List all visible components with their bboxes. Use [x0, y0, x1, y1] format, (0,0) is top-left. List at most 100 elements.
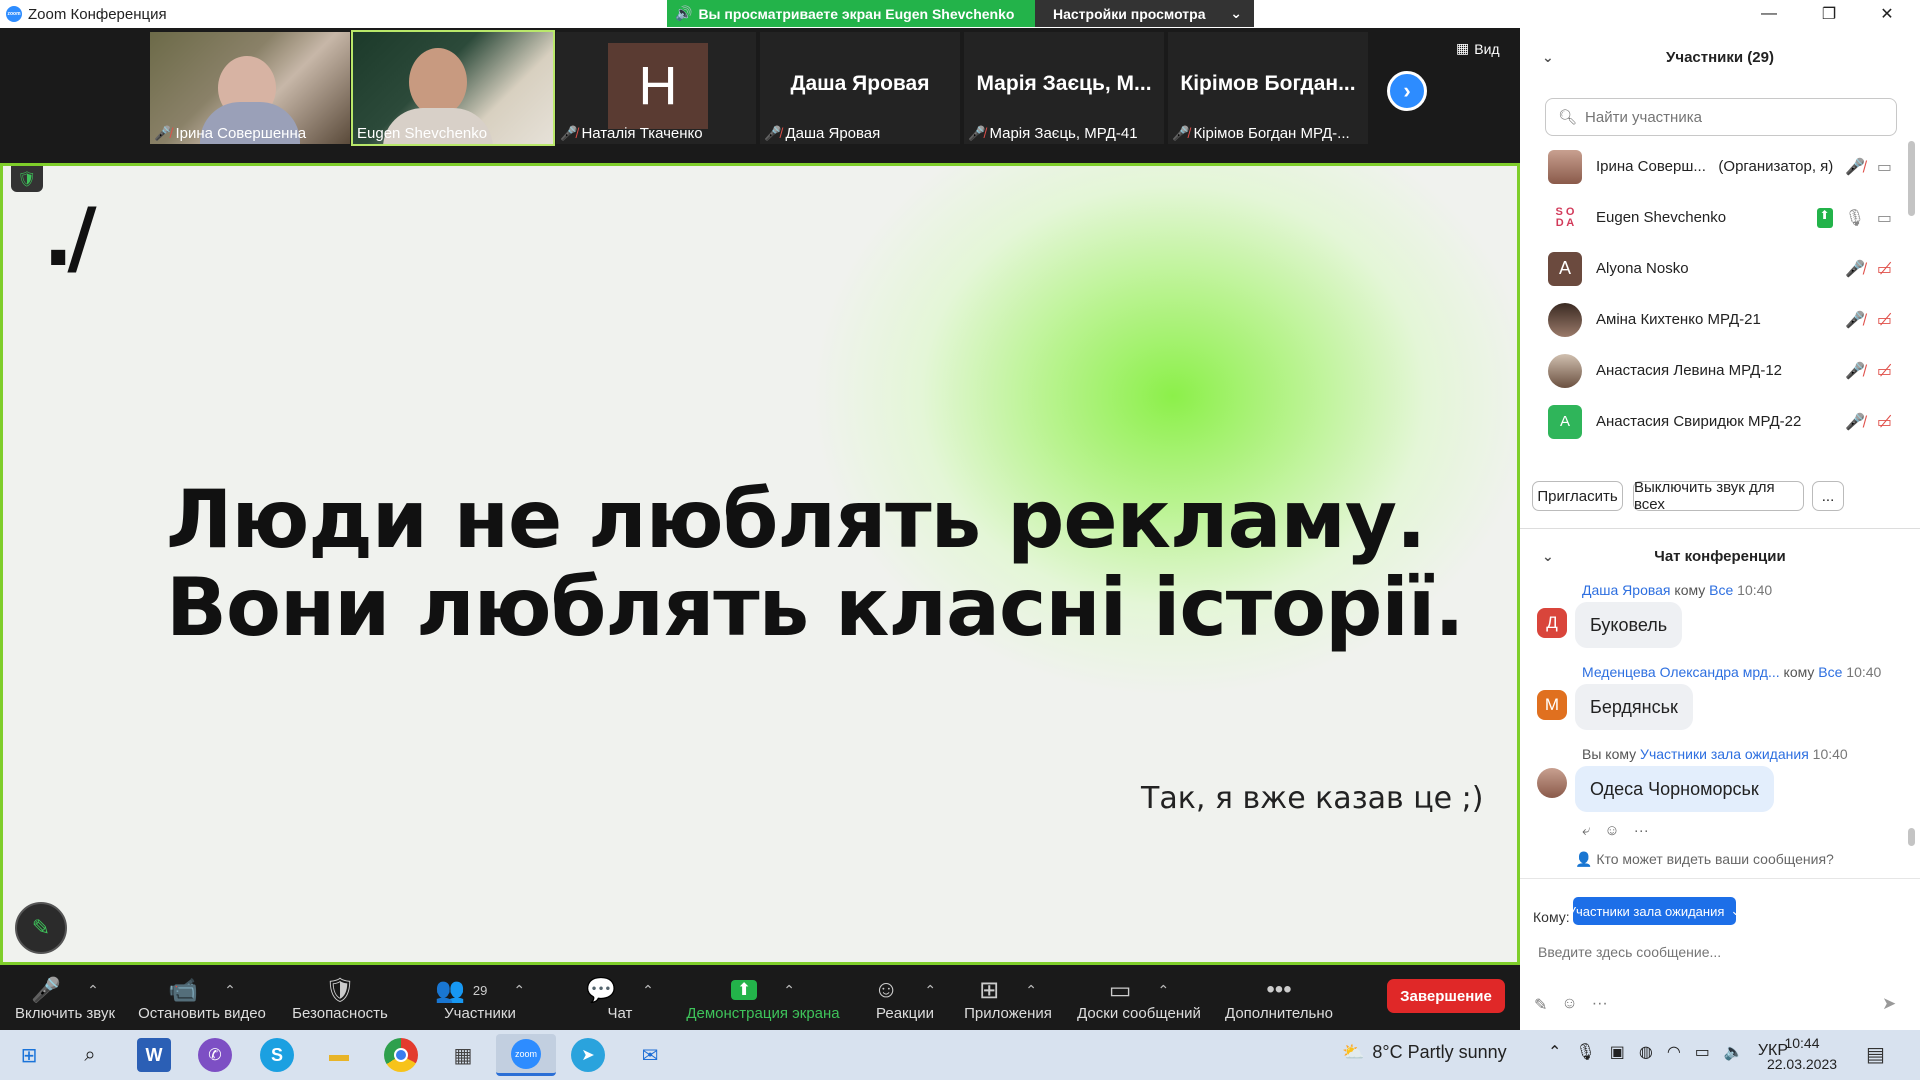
skype-app-icon[interactable]: S [260, 1038, 294, 1072]
participant-name: Анастасия Свиридюк МРД-22 [1596, 413, 1802, 430]
end-meeting-button[interactable]: Завершение [1387, 979, 1505, 1013]
chevron-up-icon[interactable]: ⌃ [642, 982, 654, 999]
apps-button[interactable]: ⊞ ⌃ Приложения [962, 965, 1054, 1030]
more-icon[interactable]: ··· [1634, 822, 1649, 839]
who-can-see-link[interactable]: 👤 Кто может видеть ваши сообщения? [1575, 851, 1834, 868]
participant-row[interactable]: S OD A Eugen Shevchenko ⬆ 🎙 ▭ [1520, 192, 1910, 243]
chevron-up-icon[interactable]: ⌃ [513, 982, 525, 999]
format-icon[interactable]: ✎ [1534, 995, 1547, 1015]
close-button[interactable]: ✕ [1858, 0, 1916, 28]
participant-row[interactable]: A Alyona Nosko 🎤̸ ▭̸ [1520, 243, 1910, 294]
next-page-button[interactable]: › [1387, 71, 1427, 111]
participant-search[interactable]: 🔍︎ [1545, 98, 1897, 136]
message-actions: ⤶ ☺ ··· [1582, 822, 1649, 839]
viber-app-icon[interactable]: ✆ [198, 1038, 232, 1072]
participant-row[interactable]: Ірина Соверш... (Организатор, я) 🎤̸ ▭ [1520, 141, 1910, 192]
maximize-button[interactable]: ❐ [1800, 0, 1858, 28]
recipient-select[interactable]: Участники зала ожидания ⌄ [1568, 897, 1741, 925]
store-app-icon[interactable]: ▦ [446, 1038, 480, 1072]
collapse-chevron-icon[interactable]: ⌄ [1542, 49, 1554, 66]
video-tile[interactable]: 🎤̸ Ірина Совершенна [150, 32, 350, 144]
mute-all-button[interactable]: Выключить звук для всех [1633, 479, 1804, 513]
more-options-button[interactable]: ... [1812, 481, 1844, 511]
windows-start-icon[interactable]: ⊞ [12, 1038, 46, 1072]
share-screen-button[interactable]: ⬆ ⌃ Демонстрация экрана [683, 965, 843, 1030]
chat-message-input[interactable] [1538, 932, 1898, 972]
weather-widget[interactable]: ⛅ 8°C Partly sunny [1342, 1042, 1507, 1063]
participant-row[interactable]: Анастасия Левина МРД-12 🎤̸ ▭̸ [1520, 345, 1910, 396]
participants-scrollbar[interactable] [1908, 141, 1915, 216]
unmute-button[interactable]: 🎤 ⌃ Включить звук [10, 965, 120, 1030]
annotate-pencil-button[interactable]: ✎ [15, 902, 67, 954]
emoji-icon[interactable]: ☺ [1561, 995, 1577, 1015]
participant-search-input[interactable] [1585, 108, 1886, 126]
notifications-icon[interactable]: ▤ [1866, 1042, 1885, 1067]
chevron-up-icon[interactable]: ⌃ [1548, 1042, 1561, 1062]
chrome-app-icon[interactable] [384, 1038, 418, 1072]
word-app-icon[interactable]: W [137, 1038, 171, 1072]
screen-share-tray-icon[interactable]: ▣ [1610, 1042, 1625, 1062]
sender-name[interactable]: Меденцева Олександра мрд... [1582, 664, 1780, 680]
collapse-chevron-icon[interactable]: ⌄ [1542, 548, 1554, 565]
more-icon[interactable]: ··· [1592, 995, 1608, 1015]
chevron-up-icon[interactable]: ⌃ [1157, 982, 1169, 999]
chevron-up-icon[interactable]: ⌃ [783, 982, 795, 999]
reactions-button[interactable]: ☺ ⌃ Реакции [870, 965, 940, 1030]
battery-icon[interactable]: ▭ [1695, 1042, 1710, 1062]
participant-row[interactable]: A Анастасия Свиридюк МРД-22 🎤̸ ▭̸ [1520, 396, 1910, 447]
chat-title: Чат конференции [1654, 547, 1786, 565]
message-time: 10:40 [1812, 746, 1848, 762]
camera-icon[interactable]: ◍ [1639, 1042, 1653, 1062]
sharing-icon: ⬆ [1816, 207, 1833, 228]
participant-face [409, 48, 467, 116]
chat-bubble[interactable]: Одеса Чорноморськ [1575, 766, 1774, 812]
chevron-up-icon[interactable]: ⌃ [924, 982, 936, 999]
reactions-label: Реакции [876, 1005, 934, 1022]
chevron-up-icon[interactable]: ⌃ [87, 982, 99, 999]
chat-scrollbar[interactable] [1908, 828, 1915, 846]
microphone-icon[interactable]: 🎙 [1575, 1042, 1595, 1062]
mail-app-icon[interactable]: ✉ [633, 1038, 667, 1072]
send-icon[interactable]: ➤ [1882, 994, 1896, 1014]
chat-bubble[interactable]: Бердянськ [1575, 684, 1693, 730]
more-button[interactable]: ••• Дополнительно [1222, 965, 1336, 1030]
video-tile[interactable]: Марія Заєць, М... 🎤̸ Марія Заєць, МРД-41 [964, 32, 1164, 144]
stop-video-button[interactable]: 📹 ⌃ Остановить видео [137, 965, 267, 1030]
volume-icon[interactable]: 🔈 [1724, 1042, 1744, 1062]
sender-name[interactable]: Даша Яровая [1582, 582, 1671, 598]
camera-icon: ▭ [1876, 209, 1892, 227]
invite-button[interactable]: Пригласить [1532, 481, 1623, 511]
minimize-button[interactable]: — [1740, 0, 1798, 28]
chat-button[interactable]: 💬 ⌃ Чат [586, 965, 654, 1030]
message-time: 10:40 [1737, 582, 1773, 598]
window-title: Zoom Конференция [28, 5, 167, 23]
search-icon[interactable]: ⌕ [73, 1038, 107, 1072]
wifi-icon[interactable]: ◠ [1667, 1042, 1681, 1062]
view-button[interactable]: ▦ Вид [1456, 40, 1500, 57]
chevron-down-icon: ⌄ [1230, 5, 1242, 21]
file-explorer-icon[interactable]: ▬ [322, 1038, 356, 1072]
message-time: 10:40 [1846, 664, 1882, 680]
add-reaction-icon[interactable]: ☺ [1604, 822, 1619, 839]
avatar: A [1548, 404, 1582, 439]
chat-bubble[interactable]: Буковель [1575, 602, 1683, 648]
chevron-up-icon[interactable]: ⌃ [1025, 982, 1037, 999]
video-tile[interactable]: Даша Яровая 🎤̸ Даша Яровая [760, 32, 960, 144]
shield-icon[interactable]: 🛡 [11, 166, 43, 192]
video-tile-active-speaker[interactable]: Eugen Shevchenko [351, 30, 555, 146]
view-settings-button[interactable]: Настройки просмотра ⌄ [1035, 0, 1254, 27]
camera-off-icon: ▭̸ [1876, 260, 1892, 278]
video-tile[interactable]: Кірімов Богдан... 🎤̸ Кірімов Богдан МРД-.… [1168, 32, 1368, 144]
zoom-taskbar-icon[interactable]: zoom [496, 1034, 556, 1076]
mic-muted-icon: 🎤̸ [764, 125, 782, 141]
clock[interactable]: 10:44 22.03.2023 [1752, 1033, 1852, 1075]
reply-icon[interactable]: ⤶ [1582, 822, 1590, 839]
video-tile[interactable]: H 🎤̸ Наталія Ткаченко [556, 32, 756, 144]
mic-muted-icon: 🎤̸ [1844, 158, 1865, 176]
telegram-app-icon[interactable]: ➤ [571, 1038, 605, 1072]
chevron-up-icon[interactable]: ⌃ [224, 982, 236, 999]
security-button[interactable]: 🛡 Безопасность [290, 965, 390, 1030]
participant-row[interactable]: Аміна Кихтенко МРД-21 🎤̸ ▭̸ [1520, 294, 1910, 345]
whiteboards-button[interactable]: ▭ ⌃ Доски сообщений [1073, 965, 1205, 1030]
participants-button[interactable]: 👥 29 ⌃ Участники [430, 965, 530, 1030]
